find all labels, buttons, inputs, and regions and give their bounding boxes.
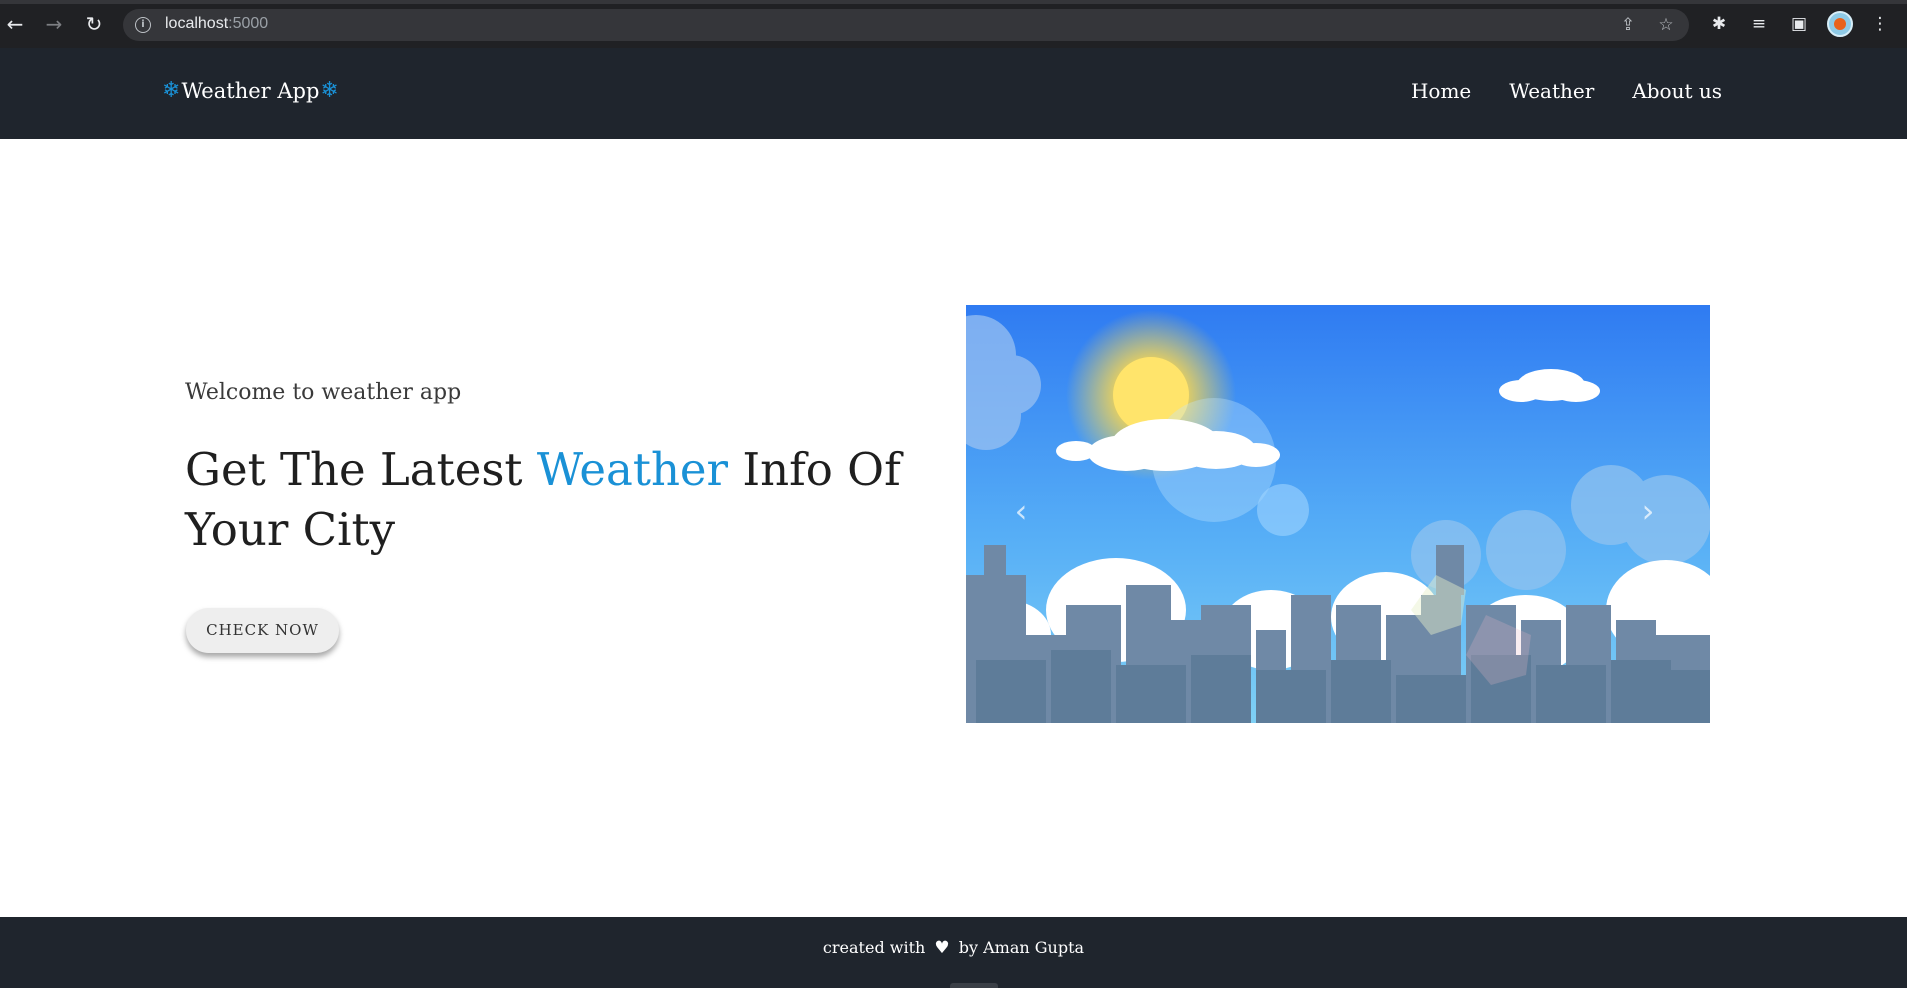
profile-avatar[interactable] <box>1827 11 1853 37</box>
scroll-indicator <box>950 983 998 988</box>
footer-credit: created with ♥ by Aman Gupta <box>0 938 1907 958</box>
back-arrow-icon[interactable]: ← <box>2 11 28 37</box>
tab-strip-edge <box>0 0 1907 4</box>
headline-part-1: Get The Latest <box>185 443 537 496</box>
nav-about-link[interactable]: About us <box>1632 79 1722 103</box>
check-now-button[interactable]: CHECK NOW <box>186 608 339 653</box>
footer-prefix: created with <box>822 938 926 957</box>
address-bar[interactable]: i localhost:5000 ⇪ ☆ <box>123 9 1689 41</box>
nav-home-link[interactable]: Home <box>1411 79 1471 103</box>
image-carousel: ‹ › <box>966 305 1710 723</box>
brand-title: Weather App <box>181 78 320 103</box>
footer-author: by Aman Gupta <box>958 938 1085 957</box>
weather-illustration <box>966 305 1710 723</box>
site-navbar: ❄ Weather App ❄ Home Weather About us <box>0 48 1907 139</box>
url-host: localhost <box>165 15 229 32</box>
hero-headline: Get The Latest Weather Info Of Your City <box>185 440 905 560</box>
reading-list-icon[interactable]: ≡ <box>1747 12 1771 36</box>
kebab-menu-icon[interactable]: ⋮ <box>1868 12 1892 36</box>
url-text[interactable]: localhost:5000 <box>165 15 268 33</box>
url-port: :5000 <box>228 15 269 32</box>
site-footer: created with ♥ by Aman Gupta <box>0 917 1907 988</box>
brand-logo[interactable]: ❄ Weather App ❄ <box>162 78 339 103</box>
carousel-prev-button[interactable]: ‹ <box>1006 491 1036 531</box>
star-icon[interactable]: ☆ <box>1655 14 1677 36</box>
puzzle-icon[interactable]: ✱ <box>1707 12 1731 36</box>
info-icon[interactable]: i <box>135 17 151 33</box>
side-panel-icon[interactable]: ▣ <box>1787 12 1811 36</box>
welcome-text: Welcome to weather app <box>185 380 462 405</box>
reload-icon[interactable]: ↻ <box>81 11 107 37</box>
forward-arrow-icon[interactable]: → <box>41 11 67 37</box>
headline-accent: Weather <box>536 443 729 496</box>
browser-toolbar: ← → ↻ i localhost:5000 ⇪ ☆ ✱ ≡ ▣ ⋮ <box>0 0 1907 48</box>
snowflake-icon: ❄ <box>162 78 181 103</box>
nav-weather-link[interactable]: Weather <box>1509 79 1594 103</box>
heart-icon: ♥ <box>934 938 950 958</box>
nav-links: Home Weather About us <box>1411 79 1722 103</box>
carousel-next-button[interactable]: › <box>1633 491 1663 531</box>
snowflake-icon: ❄ <box>320 78 339 103</box>
share-icon[interactable]: ⇪ <box>1617 14 1639 36</box>
